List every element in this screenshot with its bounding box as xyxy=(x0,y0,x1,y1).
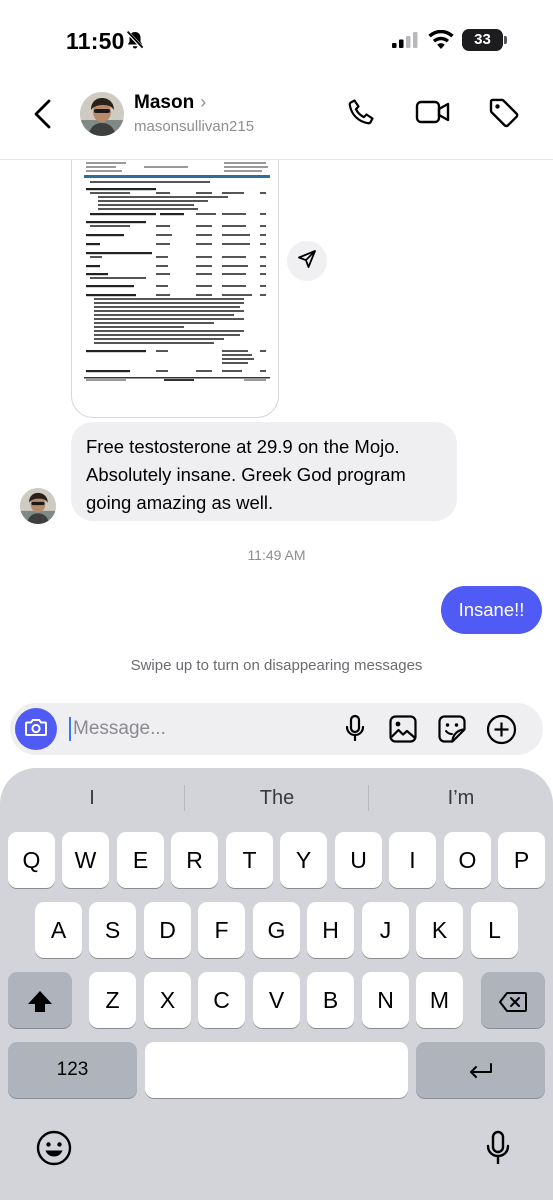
key-f[interactable]: F xyxy=(198,902,245,958)
bell-slash-icon xyxy=(124,29,146,56)
delete-icon xyxy=(498,987,528,1013)
sender-avatar[interactable] xyxy=(20,488,56,524)
message-timestamp: 11:49 AM xyxy=(247,547,306,563)
numbers-key[interactable]: 123 xyxy=(8,1042,137,1098)
key-i[interactable]: I xyxy=(389,832,436,888)
phone-icon[interactable] xyxy=(345,96,377,133)
key-n[interactable]: N xyxy=(362,972,409,1028)
camera-button[interactable] xyxy=(15,708,57,750)
key-x[interactable]: X xyxy=(144,972,191,1028)
report-document xyxy=(84,160,270,382)
dictation-mic-icon[interactable] xyxy=(484,1130,512,1173)
text-caret xyxy=(69,717,71,741)
suggestion-2[interactable]: The xyxy=(185,780,369,816)
contact-name-row[interactable]: Mason › xyxy=(134,92,206,114)
chat-header: Mason › masonsullivan215 xyxy=(0,80,553,160)
outgoing-message-bubble[interactable]: Insane!! xyxy=(441,586,542,634)
key-o[interactable]: O xyxy=(444,832,491,888)
key-u[interactable]: U xyxy=(335,832,382,888)
tag-icon[interactable] xyxy=(487,96,521,135)
avatar[interactable] xyxy=(80,92,124,136)
key-j[interactable]: J xyxy=(362,902,409,958)
delete-key[interactable] xyxy=(481,972,545,1028)
sticker-icon[interactable] xyxy=(437,714,467,749)
key-t[interactable]: T xyxy=(226,832,273,888)
shift-icon xyxy=(26,987,54,1013)
contact-username: masonsullivan215 xyxy=(134,118,255,135)
paper-plane-icon xyxy=(296,248,318,275)
battery-tip xyxy=(504,36,507,44)
suggestion-1[interactable]: I xyxy=(0,780,184,816)
contact-name: Mason xyxy=(134,92,195,113)
lab-report-image[interactable] xyxy=(71,160,279,418)
key-y[interactable]: Y xyxy=(280,832,327,888)
wifi-icon xyxy=(428,29,454,54)
battery-icon: 33 xyxy=(462,29,503,51)
key-k[interactable]: K xyxy=(416,902,463,958)
key-a[interactable]: A xyxy=(35,902,82,958)
message-composer xyxy=(10,703,543,755)
key-z[interactable]: Z xyxy=(89,972,136,1028)
status-time: 11:50 xyxy=(66,28,125,54)
plus-circle-icon[interactable] xyxy=(486,714,517,750)
back-chevron-icon[interactable] xyxy=(30,98,56,135)
key-l[interactable]: L xyxy=(471,902,518,958)
emoji-icon[interactable] xyxy=(36,1130,72,1171)
status-bar: 11:50 33 xyxy=(0,0,553,80)
key-r[interactable]: R xyxy=(171,832,218,888)
key-s[interactable]: S xyxy=(89,902,136,958)
key-v[interactable]: V xyxy=(253,972,300,1028)
disappearing-messages-hint: Swipe up to turn on disappearing message… xyxy=(130,657,423,674)
space-key[interactable] xyxy=(145,1042,408,1098)
key-g[interactable]: G xyxy=(253,902,300,958)
message-input[interactable] xyxy=(73,703,333,755)
return-icon xyxy=(466,1057,496,1083)
key-w[interactable]: W xyxy=(62,832,109,888)
image-icon[interactable] xyxy=(388,714,418,749)
shift-key[interactable] xyxy=(8,972,72,1028)
chevron-right-icon: › xyxy=(200,92,207,112)
share-button[interactable] xyxy=(287,241,327,281)
key-q[interactable]: Q xyxy=(8,832,55,888)
suggestion-3[interactable]: I’m xyxy=(369,780,553,816)
predictive-bar: I The I’m xyxy=(0,780,553,816)
key-b[interactable]: B xyxy=(307,972,354,1028)
key-m[interactable]: M xyxy=(416,972,463,1028)
key-d[interactable]: D xyxy=(144,902,191,958)
microphone-icon[interactable] xyxy=(343,714,367,749)
key-e[interactable]: E xyxy=(117,832,164,888)
video-camera-icon[interactable] xyxy=(415,96,451,133)
key-p[interactable]: P xyxy=(498,832,545,888)
camera-icon xyxy=(24,716,48,743)
key-c[interactable]: C xyxy=(198,972,245,1028)
key-h[interactable]: H xyxy=(307,902,354,958)
return-key[interactable] xyxy=(416,1042,545,1098)
cellular-signal-icon xyxy=(392,32,418,53)
incoming-message-bubble[interactable]: Free testosterone at 29.9 on the Mojo. A… xyxy=(71,422,457,521)
